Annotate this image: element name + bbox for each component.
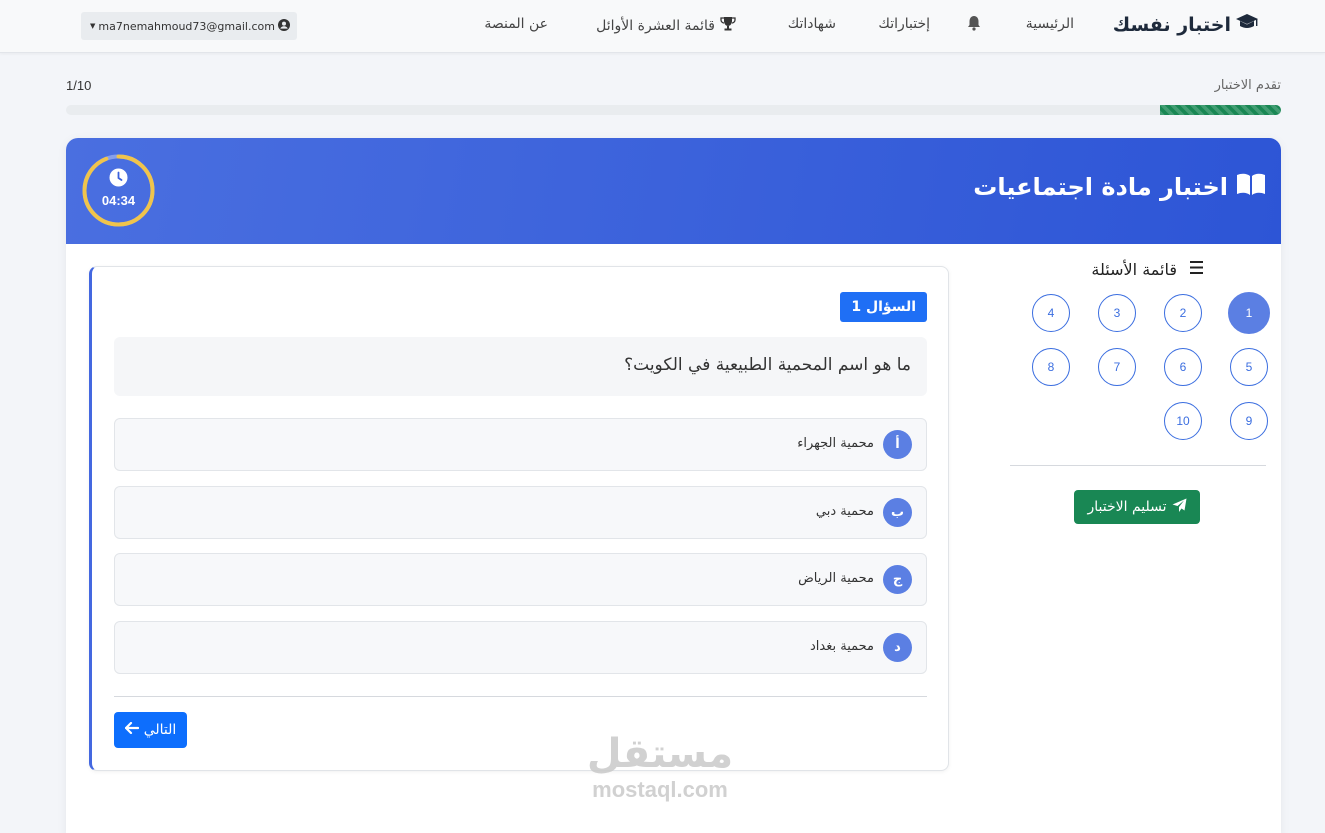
question-panel: السؤال 1 ما هو اسم المحمية الطبيعية في ا… bbox=[89, 266, 949, 771]
question-box: ما هو اسم المحمية الطبيعية في الكويت؟ bbox=[114, 337, 927, 396]
answer-option-b[interactable]: ب محمية دبي bbox=[114, 486, 927, 539]
clock-icon bbox=[109, 168, 128, 191]
quiz-title: اختبار مادة اجتماعيات bbox=[973, 172, 1266, 202]
watermark-arabic: مستقل bbox=[586, 731, 734, 777]
answer-option-a[interactable]: أ محمية الجهراء bbox=[114, 418, 927, 471]
next-question-button[interactable]: التالي bbox=[114, 712, 187, 748]
progress-bar-fill bbox=[1159, 105, 1281, 115]
answer-option-d[interactable]: د محمية بغداد bbox=[114, 621, 927, 674]
list-ordered-icon: 123 bbox=[1180, 259, 1203, 280]
book-open-icon bbox=[1236, 172, 1266, 202]
question-nav-9[interactable]: 9 bbox=[1230, 402, 1268, 440]
option-letter-badge: أ bbox=[883, 430, 912, 459]
sidebar-divider bbox=[1010, 465, 1266, 466]
question-nav-7[interactable]: 7 bbox=[1098, 348, 1136, 386]
nav-tests[interactable]: إختباراتك bbox=[878, 16, 930, 32]
question-nav-4[interactable]: 4 bbox=[1032, 294, 1070, 332]
question-nav-6[interactable]: 6 bbox=[1164, 348, 1202, 386]
option-text: محمية بغداد bbox=[809, 639, 874, 654]
answer-option-c[interactable]: ج محمية الرياض bbox=[114, 553, 927, 606]
option-letter-badge: د bbox=[883, 633, 912, 662]
progress-count: 1/10 bbox=[66, 78, 92, 93]
watermark: مستقل mostaql.com bbox=[560, 730, 760, 802]
question-nav-3[interactable]: 3 bbox=[1098, 294, 1136, 332]
option-text: محمية الرياض bbox=[798, 571, 874, 586]
navbar: اختبار نفسك الرئيسية إختباراتك شهاداتك ق… bbox=[0, 0, 1325, 53]
questions-list-title-text: قائمة الأسئلة bbox=[1091, 260, 1177, 279]
question-navigator: 1 2 3 4 5 6 7 8 9 10 bbox=[1028, 292, 1270, 444]
quiz-title-text: اختبار مادة اجتماعيات bbox=[973, 173, 1228, 201]
trophy-icon bbox=[720, 16, 736, 35]
question-nav-8[interactable]: 8 bbox=[1032, 348, 1070, 386]
question-nav-5[interactable]: 5 bbox=[1230, 348, 1268, 386]
nav-leaderboard[interactable]: قائمة العشرة الأوائل bbox=[596, 16, 736, 35]
question-text: ما هو اسم المحمية الطبيعية في الكويت؟ bbox=[624, 355, 911, 375]
brand-name: اختبار نفسك bbox=[1112, 13, 1231, 36]
submit-quiz-label: تسليم الاختبار bbox=[1087, 499, 1167, 515]
question-nav-1[interactable]: 1 bbox=[1228, 292, 1270, 334]
user-menu-dropdown[interactable]: ▼ ma7nemahmoud73@gmail.com bbox=[81, 12, 297, 40]
next-label: التالي bbox=[143, 722, 177, 738]
countdown-timer: 04:34 bbox=[81, 153, 156, 228]
progress-bar bbox=[66, 105, 1281, 115]
brand-logo[interactable]: اختبار نفسك bbox=[1113, 13, 1259, 36]
caret-down-icon: ▼ bbox=[90, 22, 96, 30]
timer-value: 04:34 bbox=[101, 193, 136, 208]
nav-home-label: الرئيسية bbox=[1025, 16, 1074, 32]
submit-quiz-button[interactable]: تسليم الاختبار bbox=[1074, 490, 1200, 524]
question-nav-2[interactable]: 2 bbox=[1164, 294, 1202, 332]
arrow-left-icon bbox=[124, 721, 139, 738]
option-letter-badge: ب bbox=[883, 498, 912, 527]
nav-tests-label: إختباراتك bbox=[878, 16, 930, 32]
watermark-latin: mostaql.com bbox=[592, 777, 728, 802]
progress-label: تقدم الاختبار bbox=[1214, 78, 1281, 93]
questions-list-title: 123 قائمة الأسئلة bbox=[1091, 259, 1203, 280]
user-email: ma7nemahmoud73@gmail.com bbox=[98, 19, 275, 33]
nav-about-label: عن المنصة bbox=[484, 16, 548, 32]
bell-icon[interactable] bbox=[967, 15, 981, 31]
option-text: محمية دبي bbox=[815, 504, 874, 519]
graduation-cap-icon bbox=[1235, 13, 1259, 36]
option-text: محمية الجهراء bbox=[797, 436, 874, 451]
user-circle-icon bbox=[277, 18, 290, 34]
question-number-badge: السؤال 1 bbox=[840, 292, 927, 322]
nav-certificates[interactable]: شهاداتك bbox=[788, 16, 836, 32]
quiz-card: اختبار مادة اجتماعيات 04:34 123 قائمة ال… bbox=[66, 138, 1281, 833]
quiz-header: اختبار مادة اجتماعيات 04:34 bbox=[66, 138, 1281, 244]
option-letter-badge: ج bbox=[883, 565, 912, 594]
nav-home[interactable]: الرئيسية bbox=[1026, 16, 1074, 32]
nav-about[interactable]: عن المنصة bbox=[484, 16, 548, 32]
nav-certificates-label: شهاداتك bbox=[787, 16, 836, 32]
question-divider bbox=[114, 696, 927, 697]
question-nav-10[interactable]: 10 bbox=[1164, 402, 1202, 440]
paper-plane-icon bbox=[1172, 498, 1187, 517]
nav-leaderboard-label: قائمة العشرة الأوائل bbox=[596, 17, 715, 34]
svg-text:3: 3 bbox=[1183, 272, 1184, 277]
